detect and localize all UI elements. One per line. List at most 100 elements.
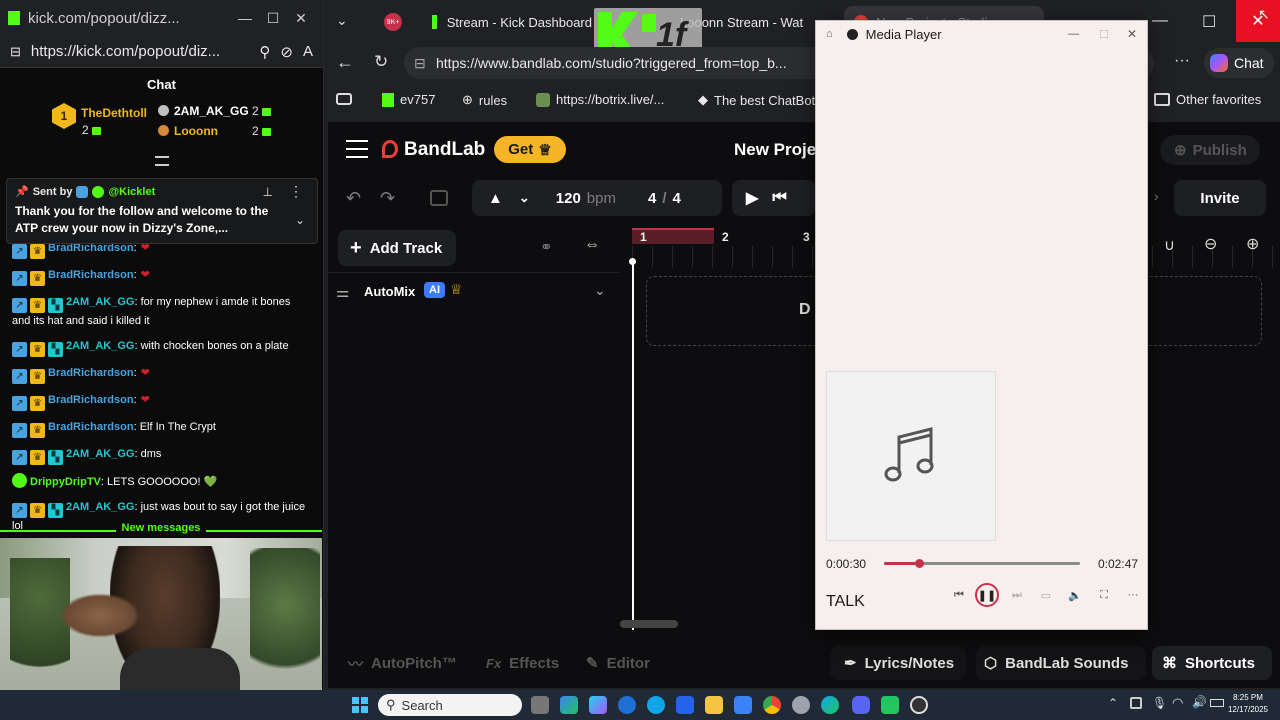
more-options-icon[interactable]: ⋮ bbox=[289, 183, 303, 200]
more-options-icon[interactable]: ··· bbox=[1122, 584, 1144, 606]
other-favorites[interactable]: Other favorites bbox=[1154, 92, 1261, 107]
more-menu-icon[interactable]: ··· bbox=[1174, 52, 1190, 70]
bookmark-botrix[interactable]: https://botrix.live/... bbox=[536, 92, 664, 107]
tempo-value[interactable]: 120 bbox=[556, 190, 581, 207]
chat-username[interactable]: 2AM_AK_GG bbox=[66, 501, 134, 513]
add-track-button[interactable]: + Add Track bbox=[338, 230, 456, 266]
zoom-out-icon[interactable]: ⊖ bbox=[1204, 234, 1217, 254]
lyrics-notes-button[interactable]: ✒ Lyrics/Notes bbox=[830, 646, 966, 680]
leaderboard-name-1[interactable]: TheDethtoll bbox=[81, 106, 147, 120]
minimize-button[interactable]: — bbox=[231, 6, 259, 30]
clock[interactable]: 8:25 PM 12/17/2025 bbox=[1222, 692, 1274, 716]
automix-row[interactable]: ⚌ AutoMix AI ♕ ⌄ bbox=[328, 272, 620, 310]
autopitch-button[interactable]: 〰 AutoPitch™ bbox=[348, 646, 457, 680]
chrome-icon[interactable] bbox=[763, 696, 781, 714]
scroll-right-chevron-icon[interactable]: › bbox=[1154, 188, 1159, 204]
reload-icon[interactable]: ↻ bbox=[374, 52, 388, 72]
help-icon[interactable] bbox=[647, 696, 665, 714]
pinned-sender[interactable]: @Kicklet bbox=[108, 186, 155, 198]
maximize-button[interactable]: ☐ bbox=[259, 6, 287, 30]
pause-button[interactable]: ❚❚ bbox=[975, 583, 999, 607]
copilot-alt-icon[interactable] bbox=[589, 696, 607, 714]
hp-icon[interactable] bbox=[618, 696, 636, 714]
playhead-knob-icon[interactable] bbox=[629, 258, 636, 265]
expand-chevron-icon[interactable]: ⌄ bbox=[295, 213, 305, 227]
chat-username[interactable]: 2AM_AK_GG bbox=[66, 296, 134, 308]
close-button[interactable]: ✕ bbox=[1127, 27, 1137, 41]
tab-kick-dashboard[interactable]: Stream - Kick Dashboard bbox=[432, 6, 592, 38]
redo-icon[interactable]: ↷ bbox=[380, 188, 395, 209]
publish-button[interactable]: ⊕ Publish bbox=[1160, 135, 1260, 165]
miniplayer-icon[interactable]: ▭ bbox=[1035, 584, 1057, 606]
microphone-icon[interactable]: 🎙 bbox=[1152, 696, 1167, 710]
bookmark-chatbot[interactable]: ◆ The best ChatBot bbox=[698, 92, 815, 108]
speaker-icon[interactable]: 🔊 bbox=[1192, 695, 1207, 709]
file-explorer-icon[interactable] bbox=[705, 696, 723, 714]
seek-thumb[interactable] bbox=[915, 559, 925, 568]
task-view-icon[interactable] bbox=[531, 696, 549, 714]
close-button[interactable]: ✕ bbox=[287, 6, 315, 30]
shortcuts-button[interactable]: ⌘ Shortcuts bbox=[1152, 646, 1272, 680]
sidebar-toggle-icon[interactable] bbox=[336, 93, 352, 105]
leaderboard-name-3[interactable]: Looonn bbox=[174, 124, 218, 138]
fullscreen-icon[interactable]: ⛶ bbox=[1093, 584, 1115, 606]
botrix-app-icon[interactable] bbox=[881, 696, 899, 714]
pin-drawer-handle-icon[interactable] bbox=[155, 156, 169, 166]
horizontal-scrollbar[interactable] bbox=[620, 620, 678, 628]
back-arrow-icon[interactable]: ← bbox=[336, 52, 354, 73]
chat-username[interactable]: BradRichardson bbox=[48, 394, 134, 406]
chat-username[interactable]: BradRichardson bbox=[48, 269, 134, 281]
unpin-icon[interactable]: ⊥ bbox=[263, 185, 273, 199]
zoom-app-icon[interactable] bbox=[676, 696, 694, 714]
start-button[interactable] bbox=[352, 697, 368, 713]
metronome-icon[interactable]: ▲ bbox=[488, 190, 503, 207]
system-tray-chevron-icon[interactable]: ⌃ bbox=[1108, 696, 1118, 710]
automix-chevron-icon[interactable]: ⌄ bbox=[594, 282, 606, 299]
window-minimize-button[interactable]: — bbox=[1152, 12, 1168, 30]
chat-username[interactable]: 2AM_AK_GG bbox=[66, 340, 134, 352]
bookmark-rules[interactable]: ⊕ rules bbox=[462, 92, 507, 108]
rewind-icon[interactable]: ⏮ bbox=[772, 189, 786, 207]
settings-gear-icon[interactable] bbox=[792, 696, 810, 714]
get-membership-button[interactable]: Get ♕ bbox=[494, 136, 566, 163]
time-signature-denominator[interactable]: 4 bbox=[673, 190, 681, 207]
seek-bar[interactable] bbox=[884, 559, 1080, 568]
minimize-button[interactable]: — bbox=[1068, 28, 1079, 40]
wifi-icon[interactable]: ◠ bbox=[1172, 695, 1183, 711]
project-title[interactable]: New Projec bbox=[734, 140, 826, 160]
leaderboard-name-2[interactable]: 2AM_AK_GG bbox=[174, 104, 249, 118]
link-icon[interactable]: ⚭ bbox=[540, 238, 553, 256]
clip-tool-icon[interactable] bbox=[430, 190, 448, 206]
playhead[interactable] bbox=[632, 260, 634, 630]
bandlab-sounds-button[interactable]: ⬡ BandLab Sounds bbox=[976, 646, 1146, 680]
zoom-in-icon[interactable]: ⊕ bbox=[1246, 234, 1259, 254]
zoom-icon[interactable]: ⚲ bbox=[259, 43, 270, 61]
tempo-control[interactable]: ▲ ⌄ 120 bpm 4 / 4 bbox=[472, 180, 722, 216]
bookmark-ev757[interactable]: ev757 bbox=[382, 92, 435, 107]
copilot-icon[interactable] bbox=[560, 696, 578, 714]
home-icon[interactable]: ⌂ bbox=[826, 28, 833, 40]
copilot-chat-button[interactable]: Chat bbox=[1204, 48, 1274, 78]
edge-icon[interactable] bbox=[821, 696, 839, 714]
play-icon[interactable]: ▶ bbox=[746, 188, 758, 208]
metronome-chevron-icon[interactable]: ⌄ bbox=[519, 190, 530, 206]
hamburger-menu-icon[interactable] bbox=[346, 140, 368, 158]
magnet-snap-icon[interactable]: ∪ bbox=[1164, 236, 1175, 254]
effects-button[interactable]: Fx Effects bbox=[486, 646, 559, 680]
tab-notifications[interactable]: 9K+ bbox=[384, 6, 414, 38]
time-signature-numerator[interactable]: 4 bbox=[648, 190, 656, 207]
chat-username[interactable]: BradRichardson bbox=[48, 367, 134, 379]
taskbar-search[interactable]: ⚲ Search bbox=[378, 694, 522, 716]
invite-button[interactable]: Invite bbox=[1174, 180, 1266, 216]
bandlab-logo[interactable]: BandLab bbox=[404, 139, 485, 161]
discord-icon[interactable] bbox=[852, 696, 870, 714]
maximize-button[interactable]: ☐ bbox=[1099, 28, 1109, 41]
tab-actions-chevron-icon[interactable]: ⌄ bbox=[336, 12, 348, 29]
tracking-icon[interactable]: ⊘ bbox=[280, 43, 293, 61]
editor-button[interactable]: ✎ Editor bbox=[586, 646, 650, 680]
volume-icon[interactable]: 🔈 bbox=[1064, 584, 1086, 606]
window-maximize-button[interactable]: ☐ bbox=[1202, 12, 1216, 32]
align-tool-icon[interactable]: ⇔ bbox=[584, 236, 600, 254]
undo-icon[interactable]: ↶ bbox=[346, 188, 361, 209]
media-player-taskbar-icon[interactable] bbox=[910, 696, 928, 714]
